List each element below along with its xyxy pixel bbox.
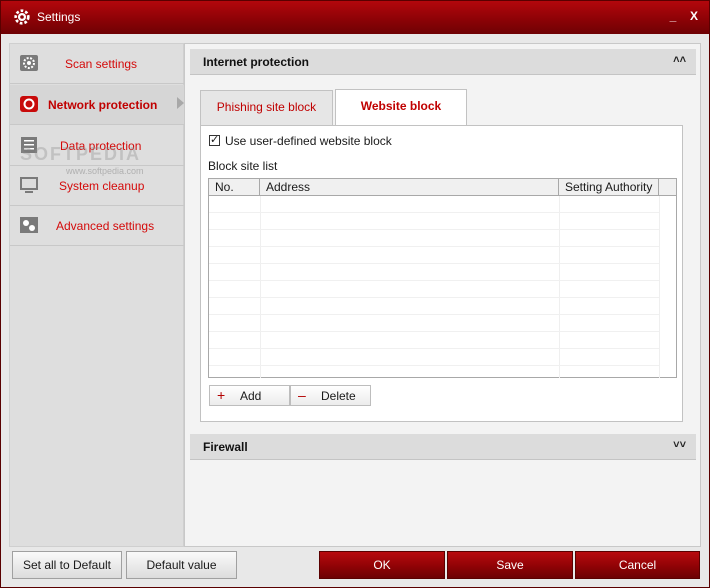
monitor-icon [20, 177, 38, 193]
table-row[interactable] [209, 213, 659, 230]
table-row[interactable] [209, 196, 659, 213]
gear-icon [14, 9, 30, 25]
network-shield-icon [20, 96, 38, 112]
table-row[interactable] [209, 247, 659, 264]
column-divider [659, 196, 660, 378]
block-site-table[interactable]: No. Address Setting Authority [208, 178, 677, 378]
website-block-panel: ✓ Use user-defined website block Block s… [200, 125, 683, 422]
table-row[interactable] [209, 230, 659, 247]
expand-chevron-icon[interactable]: ˅˅ [673, 439, 686, 451]
table-row[interactable] [209, 349, 659, 366]
sidebar-item-advanced-settings[interactable]: Advanced settings [10, 206, 185, 246]
use-user-defined-checkbox[interactable]: ✓ [209, 135, 220, 146]
tab-website-block[interactable]: Website block [335, 89, 467, 127]
internet-protection-header[interactable]: Internet protection ˄˄ [190, 49, 696, 75]
table-row[interactable] [209, 298, 659, 315]
table-header: No. Address Setting Authority [209, 179, 676, 196]
sidebar-item-label: Network protection [48, 98, 158, 112]
window-title: Settings [37, 10, 81, 24]
block-site-list-label: Block site list [208, 159, 278, 173]
sidebar-item-network-protection[interactable]: Network protection [10, 85, 185, 125]
ok-button[interactable]: OK [319, 551, 445, 579]
section-title: Internet protection [203, 55, 310, 69]
save-button[interactable]: Save [447, 551, 573, 579]
sidebar-item-label: System cleanup [59, 179, 145, 193]
firewall-header[interactable]: Firewall ˅˅ [190, 434, 696, 460]
minus-icon: – [298, 387, 306, 403]
delete-button-label: Delete [321, 389, 356, 403]
column-header-address[interactable]: Address [260, 179, 559, 196]
sidebar-item-scan-settings[interactable]: Scan settings [10, 44, 185, 84]
minimize-button[interactable]: _ [666, 9, 680, 23]
content-panel: Internet protection ˄˄ Phishing site blo… [184, 43, 701, 547]
table-row[interactable] [209, 315, 659, 332]
add-button-label: Add [240, 389, 262, 403]
plus-icon: + [217, 387, 226, 403]
watermark: SOFTPEDIA [20, 144, 142, 164]
title-bar: Settings _ X [1, 1, 709, 34]
active-item-arrow-icon [177, 97, 184, 109]
table-row[interactable] [209, 332, 659, 349]
gears-icon [20, 217, 38, 233]
sidebar: Scan settings Network protection Data pr… [9, 43, 185, 547]
settings-window: Settings _ X Scan settings Network prote… [0, 0, 710, 588]
table-row[interactable] [209, 264, 659, 281]
set-all-default-button[interactable]: Set all to Default [12, 551, 122, 579]
collapse-chevron-icon[interactable]: ˄˄ [673, 54, 686, 66]
column-header-no[interactable]: No. [209, 179, 260, 196]
tab-phishing-site-block[interactable]: Phishing site block [200, 90, 333, 126]
close-button[interactable]: X [687, 9, 701, 23]
delete-button[interactable]: – Delete [290, 385, 371, 406]
table-row[interactable] [209, 281, 659, 298]
section-title: Firewall [203, 440, 248, 454]
sidebar-item-label: Scan settings [65, 57, 138, 71]
checkbox-label: Use user-defined website block [225, 134, 392, 148]
column-header-setting-authority[interactable]: Setting Authority [559, 179, 659, 196]
watermark-url: www.softpedia.com [66, 166, 144, 176]
sidebar-item-label: Advanced settings [56, 219, 155, 233]
gear-icon [20, 55, 38, 71]
default-value-button[interactable]: Default value [126, 551, 237, 579]
cancel-button[interactable]: Cancel [575, 551, 700, 579]
add-button[interactable]: + Add [209, 385, 290, 406]
